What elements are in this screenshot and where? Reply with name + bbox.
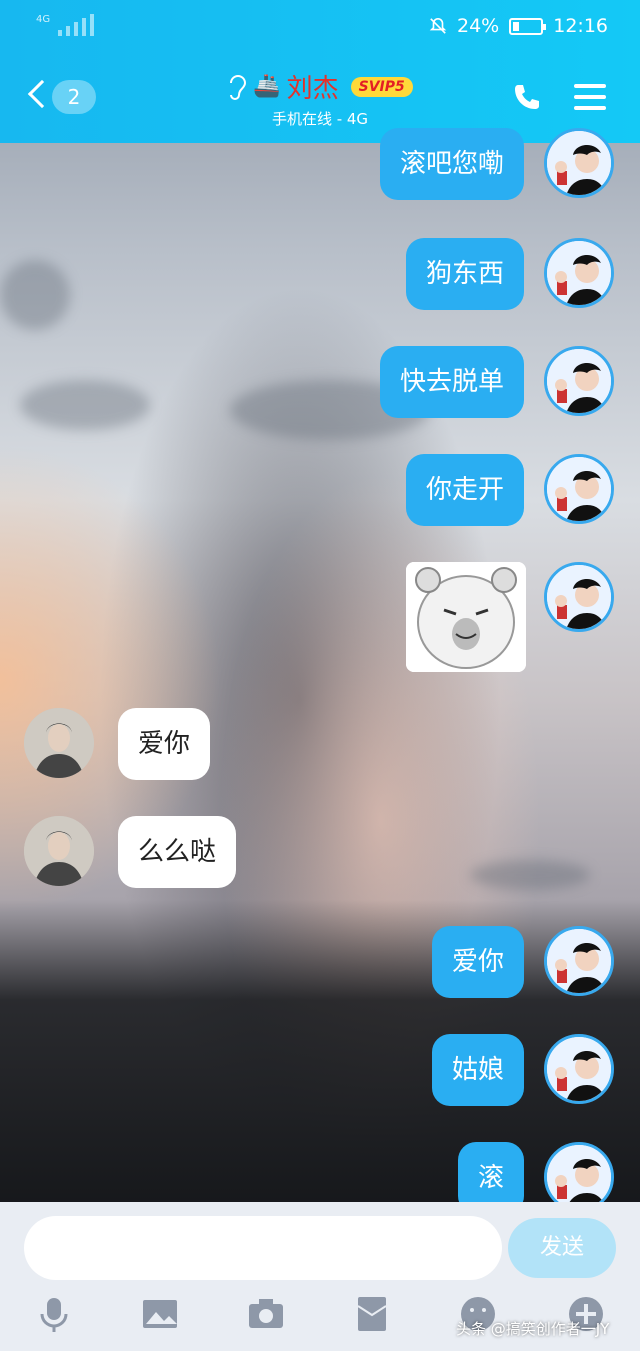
vip-badge: SVIP5 — [350, 76, 413, 97]
my-avatar[interactable] — [544, 1034, 614, 1104]
chat-background — [0, 0, 640, 1351]
contact-avatar[interactable] — [24, 708, 94, 778]
battery-icon — [509, 17, 547, 35]
my-avatar[interactable] — [544, 454, 614, 524]
contact-name: 刘杰 — [286, 74, 339, 104]
status-bar: 4G 24% 12:16 — [0, 0, 640, 54]
send-button[interactable]: 发送 — [508, 1218, 616, 1278]
clock: 12:16 — [553, 15, 608, 37]
message-input[interactable] — [24, 1216, 502, 1280]
chat-title[interactable]: 🚢 刘杰 SVIP5 — [0, 68, 640, 105]
signal-icon — [58, 14, 98, 36]
my-avatar[interactable] — [544, 562, 614, 632]
online-status: 手机在线 - 4G — [271, 110, 369, 128]
my-avatar[interactable] — [544, 238, 614, 308]
my-avatar[interactable] — [544, 346, 614, 416]
phone-icon[interactable] — [512, 82, 542, 112]
my-message-bubble[interactable]: 你走开 — [405, 454, 525, 526]
menu-icon[interactable] — [574, 84, 606, 110]
watermark: 头条 @搞笑创作者一JY — [456, 1320, 610, 1338]
contact-avatar[interactable] — [24, 816, 94, 886]
image-icon[interactable] — [140, 1294, 180, 1334]
network-type: 4G — [36, 14, 51, 25]
microphone-icon[interactable] — [34, 1294, 74, 1334]
my-message-bubble[interactable]: 姑娘 — [431, 1034, 525, 1106]
contact-message-bubble[interactable]: 么么哒 — [118, 816, 237, 888]
contact-message-bubble[interactable]: 爱你 — [118, 708, 211, 780]
battery-percent: 24% — [457, 15, 500, 37]
cloud — [470, 860, 590, 890]
mute-bell-icon — [429, 17, 447, 34]
chat-header: 2 🚢 刘杰 SVIP5 手机在线 - 4G — [0, 54, 640, 143]
sticker-image — [406, 562, 526, 672]
my-avatar[interactable] — [544, 926, 614, 996]
cloud — [0, 260, 70, 330]
ship-icon: 🚢 — [253, 74, 281, 99]
sticker-message[interactable] — [406, 562, 526, 672]
my-message-bubble[interactable]: 滚吧您嘞 — [379, 128, 525, 200]
red-packet-icon[interactable] — [352, 1294, 392, 1334]
camera-icon[interactable] — [246, 1294, 286, 1334]
my-message-bubble[interactable]: 快去脱单 — [379, 346, 525, 418]
my-message-bubble[interactable]: 狗东西 — [405, 238, 525, 310]
my-avatar[interactable] — [544, 128, 614, 198]
ear-icon — [230, 74, 247, 100]
my-message-bubble[interactable]: 爱你 — [431, 926, 525, 998]
cloud — [20, 380, 150, 430]
